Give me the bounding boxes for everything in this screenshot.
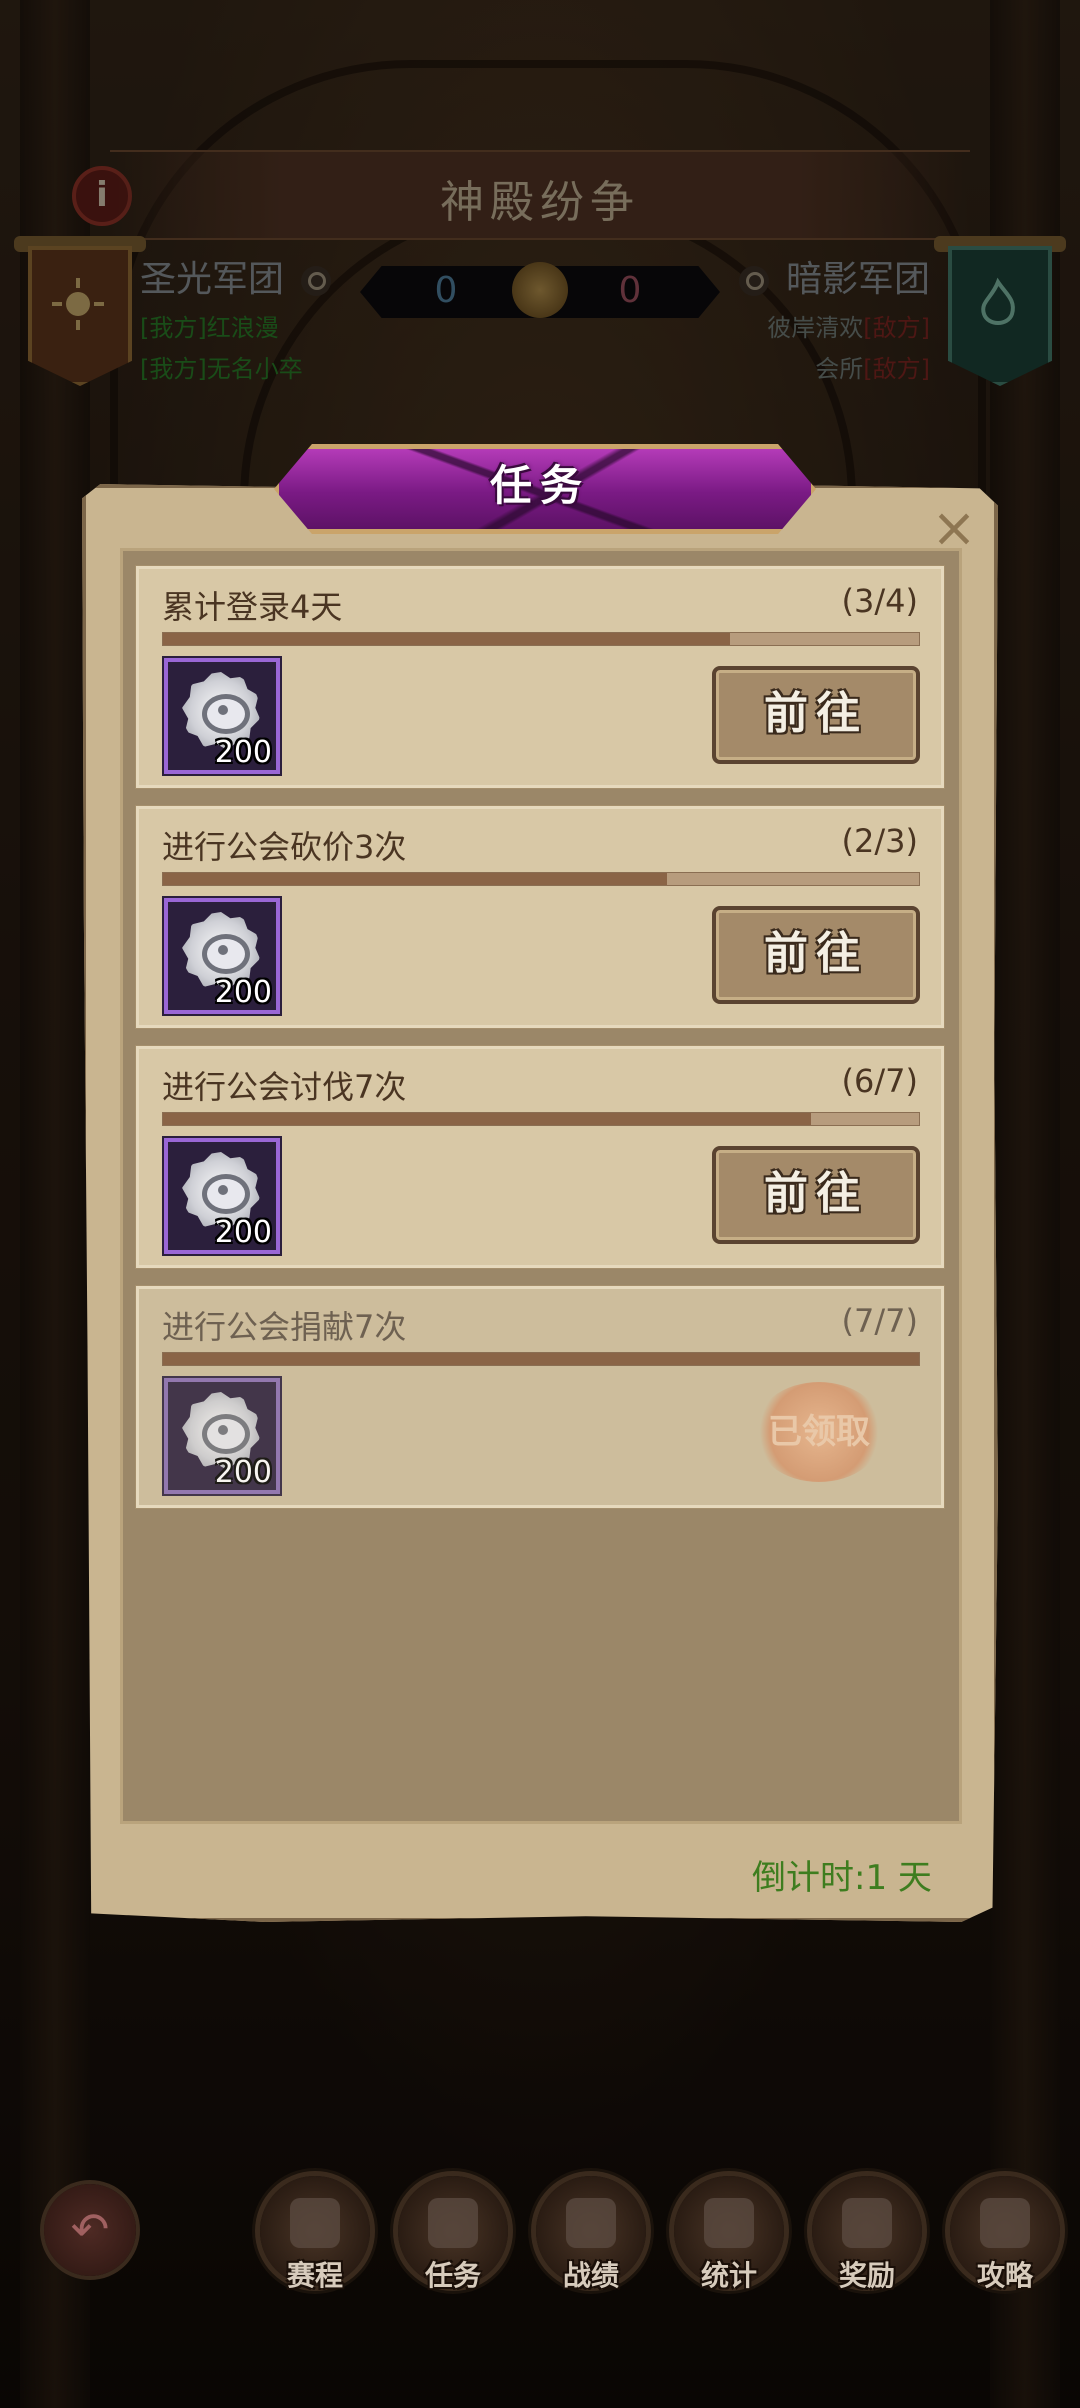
reward-item[interactable]: 200 [164, 1138, 280, 1254]
reward-chest-icon [842, 2198, 892, 2248]
task-progress-bar [162, 872, 920, 886]
go-button[interactable]: 前往 [712, 1146, 920, 1244]
eye-icon [202, 1414, 250, 1454]
task-progress-text: (6/7) [841, 1062, 918, 1100]
reward-item[interactable]: 200 [164, 898, 280, 1014]
nav-label: 统计 [700, 2259, 757, 2292]
reward-amount: 200 [214, 975, 272, 1010]
claimed-stamp: 已领取 [754, 1382, 884, 1482]
reward-amount: 200 [214, 735, 272, 770]
panel-title: 任务 [489, 461, 590, 510]
countdown-text: 倒计时:1 天 [752, 1858, 932, 1898]
nav-label: 赛程 [286, 2259, 343, 2292]
task-progress-text: (3/4) [841, 582, 918, 620]
reward-amount: 200 [214, 1455, 272, 1490]
record-icon [566, 2198, 616, 2248]
task-name: 累计登录4天 [162, 588, 343, 626]
task-item: 进行公会讨伐7次 (6/7) 200 前往 [136, 1046, 944, 1268]
eye-icon [202, 1174, 250, 1214]
task-item: 进行公会捐献7次 (7/7) 200 已领取 [136, 1286, 944, 1508]
nav-label: 任务 [424, 2259, 481, 2292]
task-name: 进行公会砍价3次 [162, 828, 407, 866]
task-progress-bar [162, 632, 920, 646]
task-item: 进行公会砍价3次 (2/3) 200 前往 [136, 806, 944, 1028]
task-icon [428, 2198, 478, 2248]
nav-label: 攻略 [976, 2259, 1033, 2292]
task-progress-text: (7/7) [841, 1302, 918, 1340]
close-icon[interactable]: × [926, 500, 982, 556]
stats-icon [704, 2198, 754, 2248]
go-button[interactable]: 前往 [712, 666, 920, 764]
back-arrow-icon[interactable]: ↶ [44, 2184, 136, 2276]
schedule-icon [290, 2198, 340, 2248]
guide-book-icon [980, 2198, 1030, 2248]
reward-amount: 200 [214, 1215, 272, 1250]
task-name: 进行公会讨伐7次 [162, 1068, 407, 1106]
reward-item[interactable]: 200 [164, 1378, 280, 1494]
reward-item[interactable]: 200 [164, 658, 280, 774]
task-progress-bar [162, 1352, 920, 1366]
go-button[interactable]: 前往 [712, 906, 920, 1004]
nav-label: 战绩 [562, 2259, 619, 2292]
eye-icon [202, 694, 250, 734]
task-item: 累计登录4天 (3/4) 200 前往 [136, 566, 944, 788]
nav-label: 奖励 [838, 2259, 895, 2292]
task-progress-bar [162, 1112, 920, 1126]
eye-icon [202, 934, 250, 974]
task-progress-text: (2/3) [841, 822, 918, 860]
task-name: 进行公会捐献7次 [162, 1308, 407, 1346]
